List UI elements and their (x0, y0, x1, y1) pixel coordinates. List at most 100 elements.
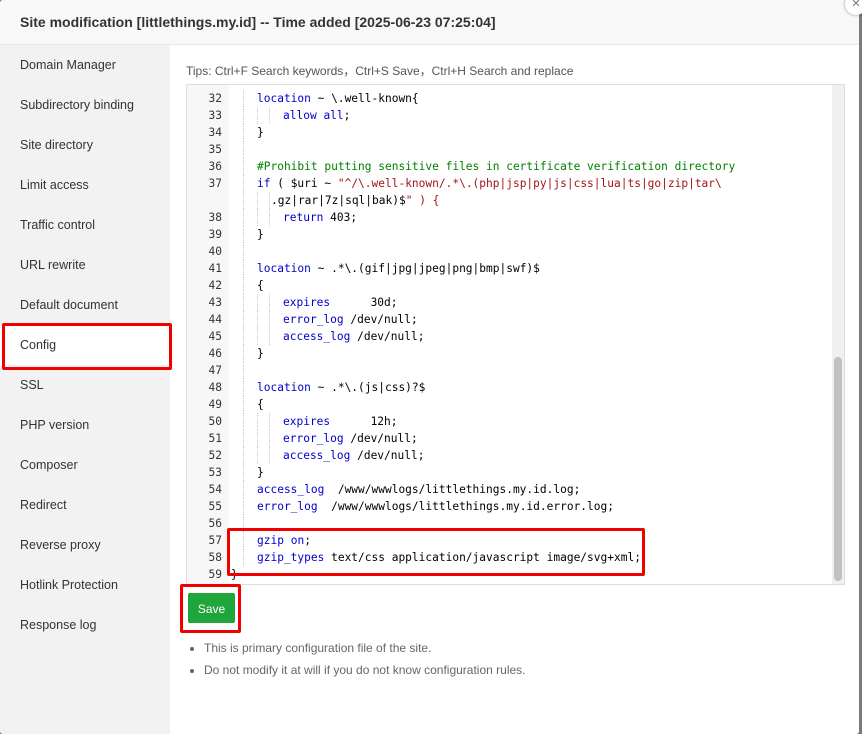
code-text: location ~ \.well-known{ (257, 92, 419, 105)
sidebar-item-traffic-control[interactable]: Traffic control (0, 205, 170, 245)
indent-guide (243, 141, 244, 158)
indent-guide (243, 515, 244, 532)
code-line: 40 (187, 243, 827, 260)
code-text: error_log /dev/null; (283, 432, 418, 445)
indent-guide (243, 311, 244, 328)
code-line: 59} (187, 566, 827, 583)
indent-guide (257, 107, 258, 124)
code-line: 52 access_log /dev/null; (187, 447, 827, 464)
sidebar-item-default-document[interactable]: Default document (0, 285, 170, 325)
code-line: 34} (187, 124, 827, 141)
code-line: 50 expires 12h; (187, 413, 827, 430)
indent-guide (243, 226, 244, 243)
indent-guide (269, 413, 270, 430)
line-number: 32 (208, 92, 222, 105)
indent-guide (269, 311, 270, 328)
indent-guide (243, 277, 244, 294)
code-line: 54 access_log /www/wwwlogs/littlethings.m… (187, 481, 827, 498)
line-number: 55 (208, 500, 222, 513)
code-line: 56 (187, 515, 827, 532)
sidebar-item-config[interactable]: Config (0, 325, 170, 365)
indent-guide (257, 294, 258, 311)
code-lines: 32 location ~ \.well-known{33 allow all; 34… (187, 90, 827, 583)
code-line: 46} (187, 345, 827, 362)
indent-guide (243, 243, 244, 260)
indent-guide (269, 192, 270, 209)
code-text: access_log /dev/null; (283, 449, 425, 462)
editor-scroll-thumb[interactable] (834, 357, 842, 581)
code-text: return 403; (283, 211, 358, 224)
code-text: { (257, 279, 264, 292)
code-line: 35 (187, 141, 827, 158)
indent-guide (243, 209, 244, 226)
indent-guide (269, 294, 270, 311)
indent-guide (257, 192, 258, 209)
sidebar-item-composer[interactable]: Composer (0, 445, 170, 485)
indent-guide (243, 107, 244, 124)
code-text: } (257, 228, 264, 241)
code-line: 51 error_log /dev/null; (187, 430, 827, 447)
line-number: 36 (208, 160, 222, 173)
line-number: 56 (208, 517, 222, 530)
indent-guide (243, 294, 244, 311)
code-line: 41 location ~ .*\.(gif|jpg|jpeg|png|bmp|s… (187, 260, 827, 277)
line-number: 45 (208, 330, 222, 343)
line-number: 44 (208, 313, 222, 326)
indent-guide (243, 447, 244, 464)
line-number: 39 (208, 228, 222, 241)
indent-guide (269, 328, 270, 345)
sidebar-item-php-version[interactable]: PHP version (0, 405, 170, 445)
code-line: 38 return 403; (187, 209, 827, 226)
code-text: gzip on; (257, 534, 311, 547)
indent-guide (243, 549, 244, 566)
code-text: location ~ .*\.(js|css)?$ (257, 381, 426, 394)
sidebar-item-url-rewrite[interactable]: URL rewrite (0, 245, 170, 285)
indent-guide (243, 124, 244, 141)
code-text: location ~ .*\.(gif|jpg|jpeg|png|bmp|swf… (257, 262, 540, 275)
sidebar-item-response-log[interactable]: Response log (0, 605, 170, 645)
code-text: } (257, 347, 264, 360)
code-line: 43 expires 30d; (187, 294, 827, 311)
code-line: 44 error_log /dev/null; (187, 311, 827, 328)
code-text: error_log /www/wwwlogs/littlethings.my.i… (257, 500, 614, 513)
line-number: 52 (208, 449, 222, 462)
sidebar-item-limit-access[interactable]: Limit access (0, 165, 170, 205)
indent-guide (243, 413, 244, 430)
sidebar-item-redirect[interactable]: Redirect (0, 485, 170, 525)
sidebar-item-ssl[interactable]: SSL (0, 365, 170, 405)
indent-guide (243, 158, 244, 175)
sidebar-item-hotlink-protection[interactable]: Hotlink Protection (0, 565, 170, 605)
indent-guide (257, 413, 258, 430)
code-line: 53} (187, 464, 827, 481)
code-text: } (231, 568, 238, 581)
sidebar-item-reverse-proxy[interactable]: Reverse proxy (0, 525, 170, 565)
save-button[interactable]: Save (188, 593, 235, 623)
sidebar-item-domain-manager[interactable]: Domain Manager (0, 45, 170, 85)
code-line: 49 { (187, 396, 827, 413)
sidebar-item-site-directory[interactable]: Site directory (0, 125, 170, 165)
line-number: 34 (208, 126, 222, 139)
line-number: 41 (208, 262, 222, 275)
indent-guide (269, 209, 270, 226)
line-number: 46 (208, 347, 222, 360)
code-line: 47 (187, 362, 827, 379)
indent-guide (243, 379, 244, 396)
indent-guide (243, 430, 244, 447)
code-line: .gz|rar|7z|sql|bak)$" ) { (187, 192, 827, 209)
editor-scrollbar[interactable] (832, 85, 844, 584)
indent-guide (243, 345, 244, 362)
code-line: 33 allow all; (187, 107, 827, 124)
code-editor[interactable]: 32 location ~ \.well-known{33 allow all; 34… (186, 84, 845, 585)
code-text: expires 12h; (283, 415, 398, 428)
code-text: error_log /dev/null; (283, 313, 418, 326)
indent-guide (243, 532, 244, 549)
line-number: 54 (208, 483, 222, 496)
indent-guide (257, 430, 258, 447)
indent-guide (243, 396, 244, 413)
code-text: } (257, 126, 264, 139)
line-number: 33 (208, 109, 222, 122)
sidebar-item-subdirectory-binding[interactable]: Subdirectory binding (0, 85, 170, 125)
line-number: 51 (208, 432, 222, 445)
line-number: 42 (208, 279, 222, 292)
code-line: 39} (187, 226, 827, 243)
